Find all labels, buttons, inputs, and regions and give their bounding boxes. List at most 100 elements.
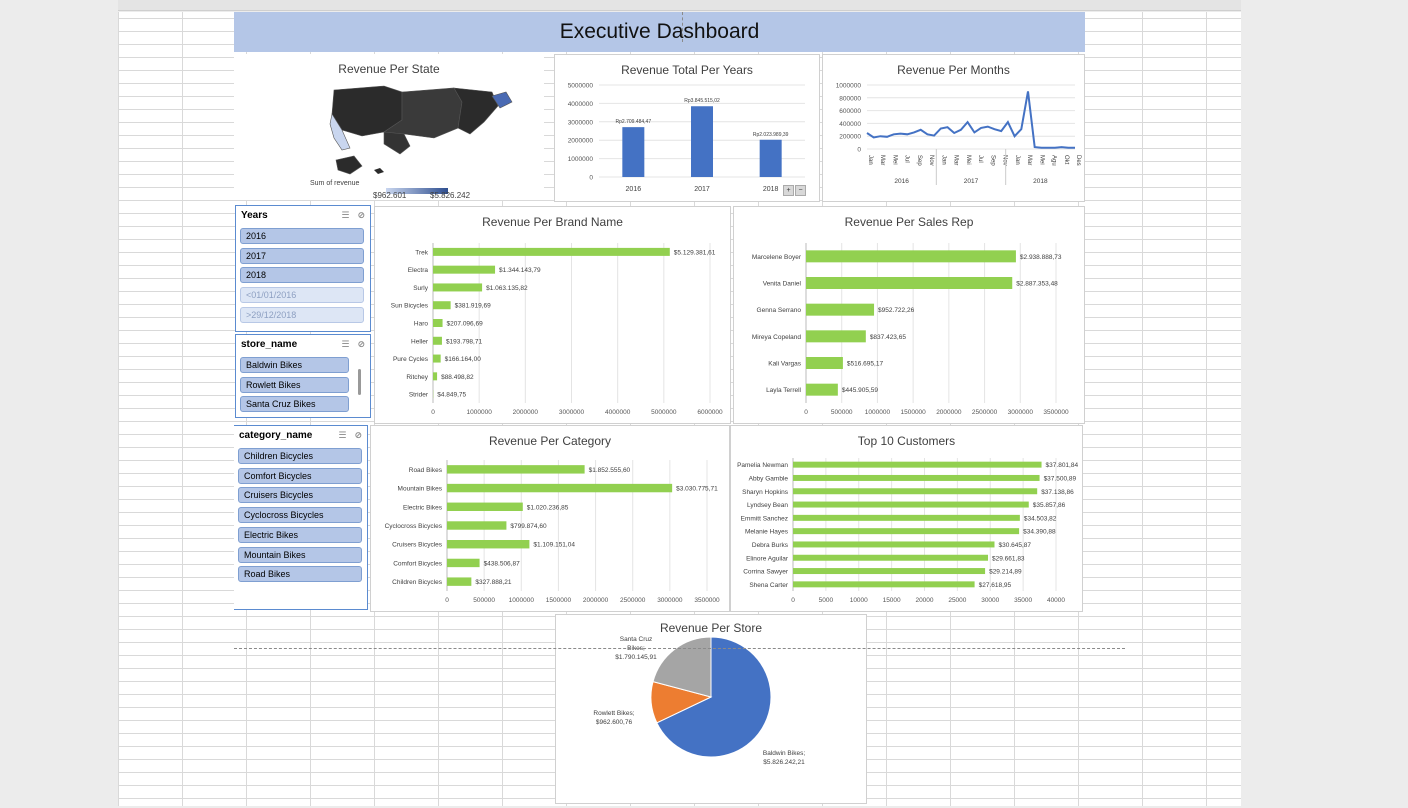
month-label: Mei <box>965 155 971 165</box>
data-label: $37.500,89 <box>1044 475 1077 482</box>
x-tick-label: 10000 <box>850 597 868 604</box>
data-label: Rp3.845.515,02 <box>684 98 720 104</box>
x-tick-label: 2000000 <box>583 597 609 604</box>
slicer-years[interactable]: Years ☰ ⊘ 2016 2017 2018 <01/01/2016 >29/12/20… <box>235 205 371 332</box>
slicer-category-title: category_name <box>239 429 313 441</box>
category-label: Mountain Bikes <box>398 486 443 493</box>
x-tick-label: 3000000 <box>1008 409 1034 416</box>
bar <box>433 354 441 363</box>
collapse-button[interactable]: − <box>795 185 806 196</box>
slicer-years-item[interactable]: <01/01/2016 <box>240 287 364 304</box>
bar <box>433 301 451 310</box>
category-label: Strider <box>409 392 429 399</box>
chart-title-years: Revenue Total Per Years <box>621 63 753 77</box>
slicer-store-item[interactable]: Santa Cruz Bikes <box>240 396 349 413</box>
data-label: $1.063.135,82 <box>486 285 528 292</box>
chart-card-store[interactable]: Revenue Per Store Baldwin Bikes; $5.826.2… <box>555 614 867 804</box>
slicer-years-item[interactable]: >29/12/2018 <box>240 306 364 323</box>
slicer-scrollbar[interactable] <box>358 369 361 395</box>
bar <box>793 581 975 588</box>
slicer-category-item[interactable]: Road Bikes <box>238 566 362 583</box>
category-label: Elinore Aguilar <box>746 555 789 562</box>
category-label: Children Bicycles <box>392 579 443 586</box>
x-tick-label: 0 <box>804 409 808 416</box>
slicer-category-item[interactable]: Mountain Bikes <box>238 546 362 563</box>
slicer-category-item[interactable]: Comfort Bicycles <box>238 467 362 484</box>
slicer-category-item[interactable]: Cruisers Bicycles <box>238 487 362 504</box>
bar <box>447 465 585 474</box>
x-tick-label: 3000000 <box>559 409 585 416</box>
multi-select-icon[interactable]: ☰ <box>338 430 346 441</box>
y-tick-label: 1000000 <box>568 156 594 163</box>
category-label: Sun Bicycles <box>391 303 429 310</box>
slicer-store-item[interactable]: Rowlett Bikes <box>240 376 349 393</box>
x-tick-label: 15000 <box>883 597 901 604</box>
month-label: Nov <box>928 155 934 166</box>
slicer-store[interactable]: store_name ☰ ⊘ Baldwin Bikes Rowlett Bikes S… <box>235 334 371 418</box>
category-label: Trek <box>415 249 429 256</box>
slicer-years-item[interactable]: 2017 <box>240 247 364 264</box>
category-label: Abby Gamble <box>749 475 789 482</box>
data-label: $952.722,26 <box>878 307 915 314</box>
y-tick-label: 800000 <box>839 95 861 102</box>
month-label: Mar <box>1026 155 1032 165</box>
year-label: 2016 <box>894 178 909 185</box>
x-tick-label: 2500000 <box>972 409 998 416</box>
chart-card-brand[interactable]: Revenue Per Brand Name 0 1000000 2000000 30… <box>374 206 731 424</box>
chart-card-rep[interactable]: Revenue Per Sales Rep 0 500000 1000000 1500… <box>733 206 1085 424</box>
bar <box>793 461 1042 468</box>
slicer-category[interactable]: category_name ☰ ⊘ Children Bicycles Comfort… <box>234 425 368 610</box>
x-tick-label: 0 <box>431 409 435 416</box>
category-label: Venita Daniel <box>763 281 802 288</box>
series-line <box>866 91 1075 149</box>
chart-card-category[interactable]: Revenue Per Category 0 500000 1000000 15000… <box>370 425 730 612</box>
x-tick-label: 40000 <box>1047 597 1065 604</box>
data-label: $1.852.555,60 <box>589 467 631 474</box>
category-label: Cyclocross Bicycles <box>385 523 443 530</box>
bar <box>433 283 483 292</box>
clear-filter-icon[interactable]: ⊘ <box>357 210 365 221</box>
x-tick-label: 35000 <box>1014 597 1032 604</box>
chart-card-years[interactable]: Revenue Total Per Years 0 1000000 2000000 3… <box>554 54 820 202</box>
slicer-store-item[interactable]: Baldwin Bikes <box>240 357 349 373</box>
data-label: $381.919,69 <box>455 303 492 310</box>
slicer-years-item[interactable]: 2018 <box>240 267 364 284</box>
chart-card-customers[interactable]: Top 10 Customers 0 5000 10000 15000 20000 250… <box>730 425 1083 612</box>
month-label: Okt <box>1063 155 1069 165</box>
map-legend-label: Sum of revenue <box>310 180 360 187</box>
month-label: Jan <box>867 155 873 165</box>
data-label: $27.618,95 <box>979 582 1012 589</box>
month-label: Mei <box>1038 155 1044 165</box>
year-label: 2018 <box>1033 178 1048 185</box>
category-label: Pure Cycles <box>393 356 429 363</box>
multi-select-icon[interactable]: ☰ <box>341 339 349 350</box>
pie-label-name: Rowlett Bikes; <box>593 710 634 717</box>
data-label: $193.798,71 <box>446 338 483 345</box>
bar <box>433 372 438 381</box>
bar <box>759 139 782 177</box>
chart-title-customers: Top 10 Customers <box>857 434 956 448</box>
y-tick-label: 400000 <box>839 121 861 128</box>
chart-card-months[interactable]: Revenue Per Months 0 200000 400000 600000 80… <box>822 54 1085 202</box>
bar <box>793 474 1040 481</box>
slicer-years-item[interactable]: 2016 <box>240 228 364 244</box>
bar <box>433 319 443 327</box>
expand-button[interactable]: + <box>783 185 794 196</box>
slicer-category-item[interactable]: Electric Bikes <box>238 526 362 543</box>
category-label: Corrina Sawyer <box>743 569 789 576</box>
map-card[interactable]: Revenue Per State Sum of revenue $962.60… <box>234 54 544 200</box>
bar <box>433 265 496 274</box>
bar <box>793 554 989 561</box>
data-label: $37.801,84 <box>1046 462 1079 469</box>
category-label: Sharyn Hopkins <box>742 489 789 496</box>
pie-label-name: Santa Cruz <box>620 636 653 643</box>
slicer-category-item[interactable]: Children Bicycles <box>238 448 362 464</box>
clear-filter-icon[interactable]: ⊘ <box>357 339 365 350</box>
category-label: Surly <box>413 285 429 292</box>
x-tick-label: 1500000 <box>900 409 926 416</box>
bar <box>793 568 986 575</box>
clear-filter-icon[interactable]: ⊘ <box>354 430 362 441</box>
multi-select-icon[interactable]: ☰ <box>341 210 349 221</box>
slicer-category-item[interactable]: Cyclocross Bicycles <box>238 507 362 524</box>
data-label: $799.874,60 <box>510 523 547 530</box>
